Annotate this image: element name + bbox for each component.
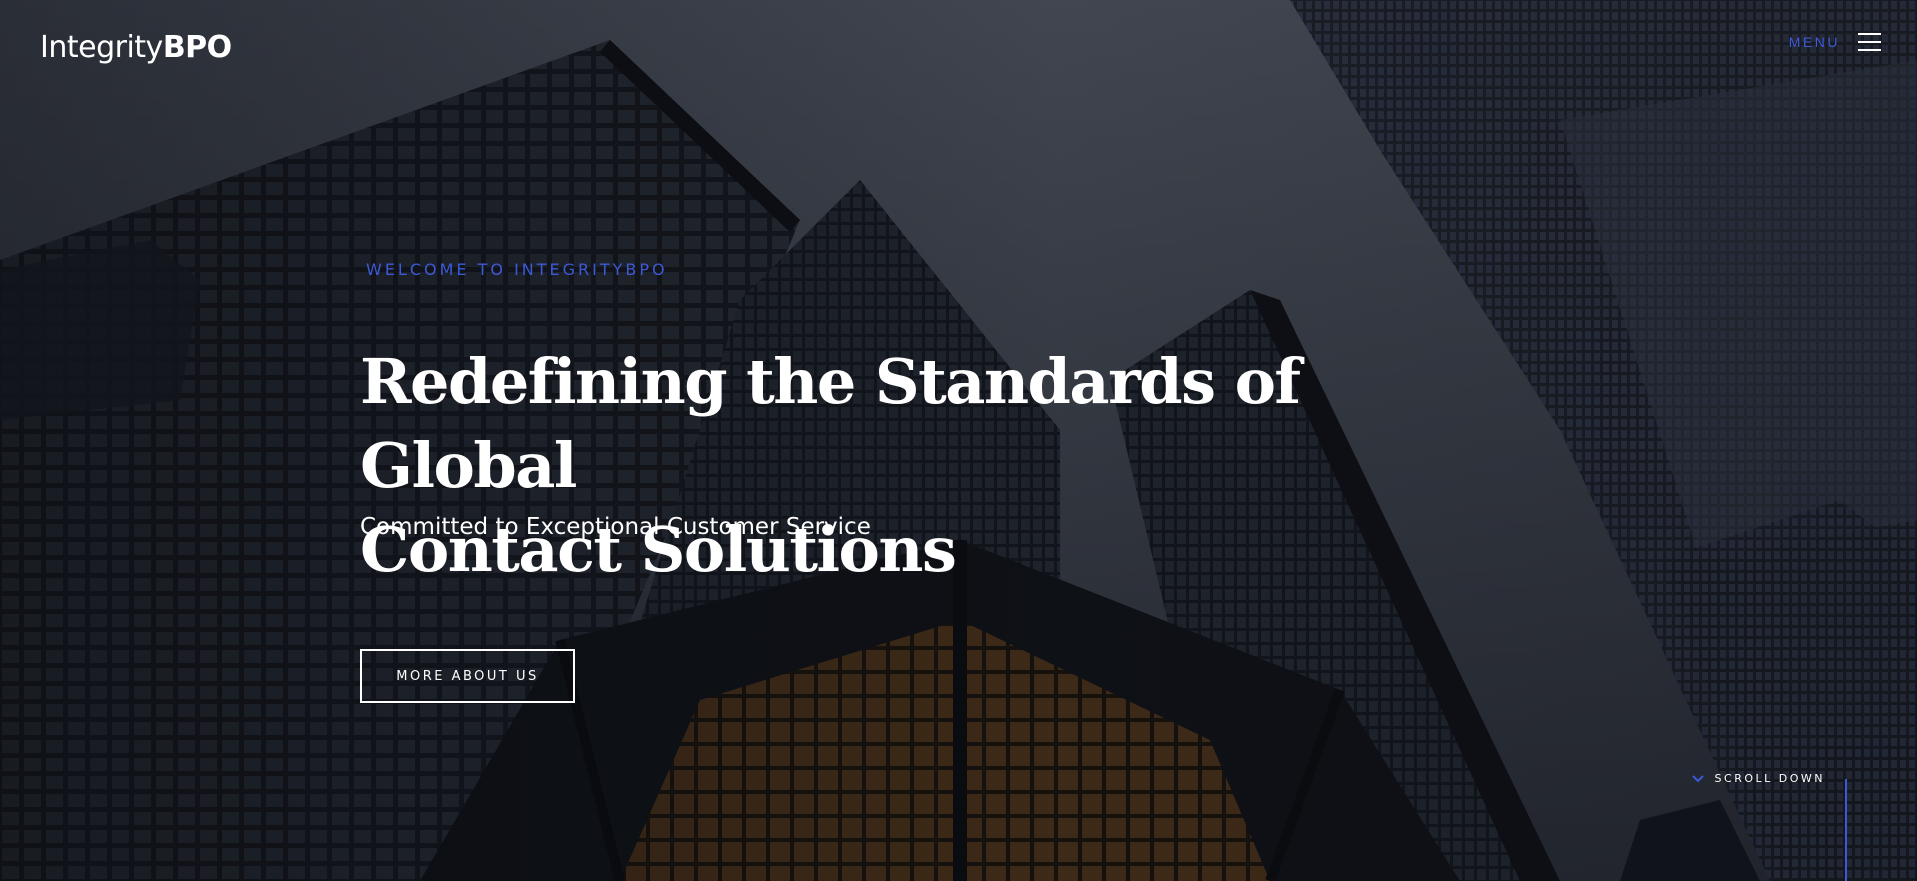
headline-line-1: Redefining the Standards of Global [360, 345, 1301, 502]
hero-section: IntegrityBPO MENU WELCOME TO INTEGRITYBP… [0, 0, 1917, 881]
scroll-indicator-line [1845, 779, 1847, 881]
hamburger-icon[interactable] [1858, 32, 1881, 52]
menu-toggle-button[interactable]: MENU [1789, 32, 1881, 52]
hero-subheading: Committed to Exceptional Customer Servic… [360, 514, 871, 540]
logo-text-light: Integrity [40, 30, 163, 65]
logo-text-bold: BPO [162, 30, 232, 65]
scroll-down-label: SCROLL DOWN [1714, 772, 1825, 785]
scroll-down-link[interactable]: SCROLL DOWN [1691, 772, 1825, 785]
site-logo[interactable]: IntegrityBPO [40, 30, 232, 65]
hero-headline: Redefining the Standards of Global Conta… [360, 340, 1460, 592]
welcome-eyebrow: WELCOME TO INTEGRITYBPO [366, 260, 668, 279]
menu-label: MENU [1788, 34, 1840, 50]
chevron-down-icon [1691, 774, 1704, 782]
more-about-us-button[interactable]: MORE ABOUT US [360, 649, 575, 703]
